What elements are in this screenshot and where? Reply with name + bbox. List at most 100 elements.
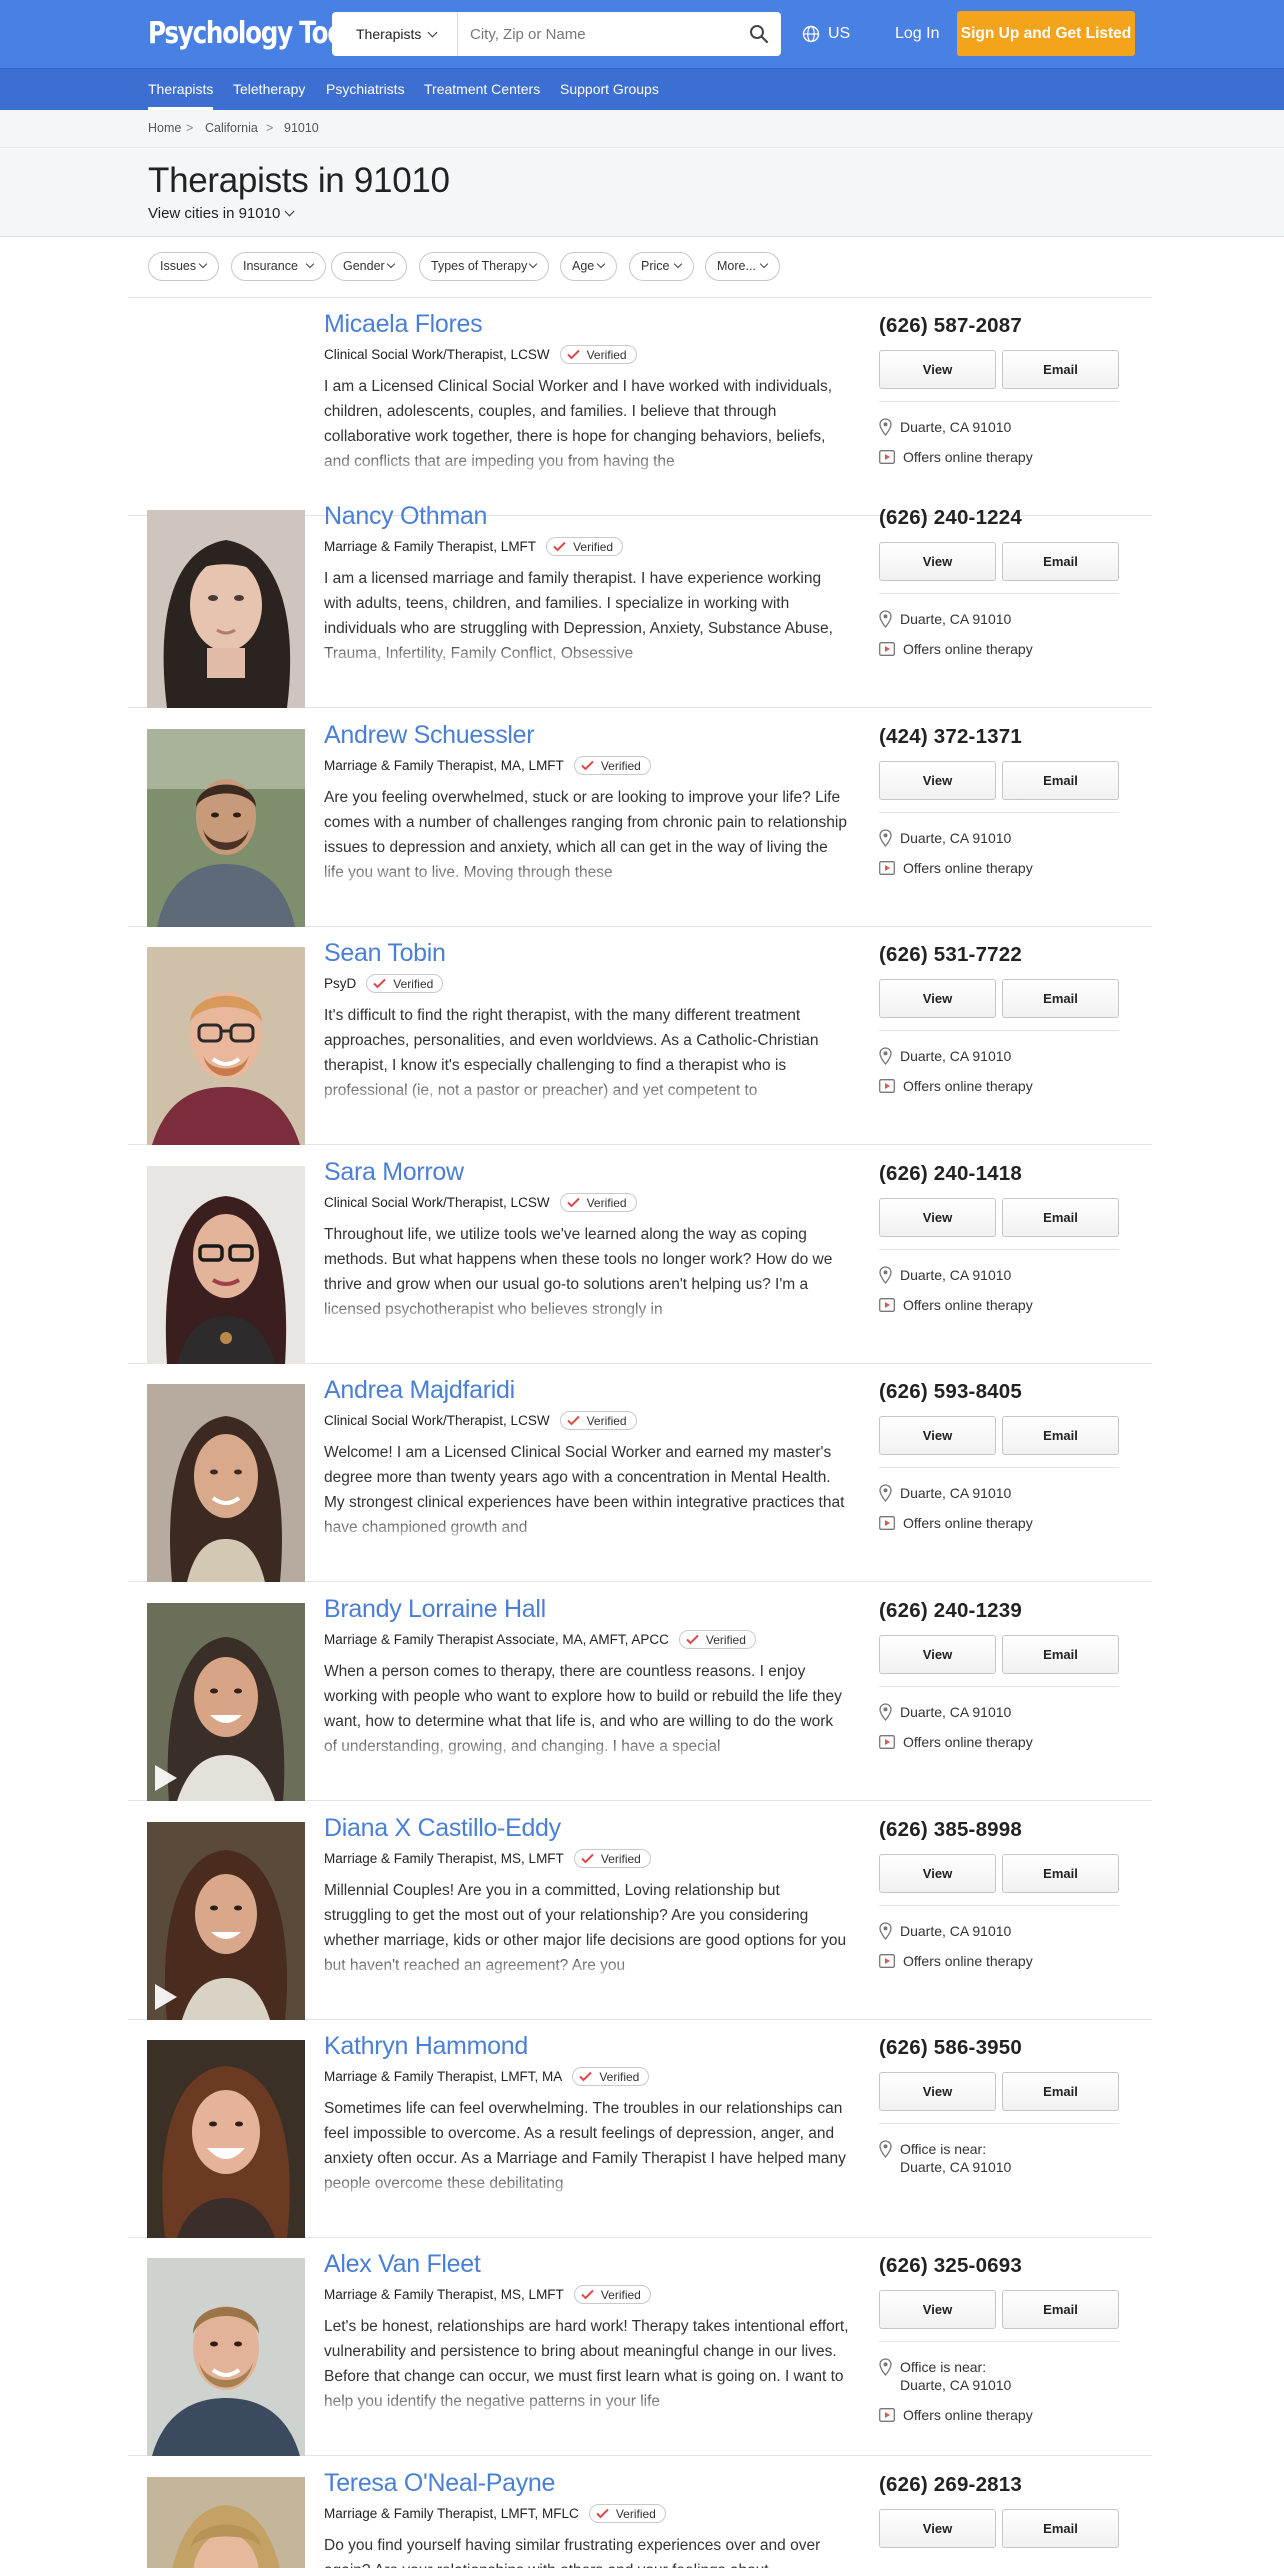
therapist-card[interactable]: Kathryn Hammond Marriage & Family Therapi… (128, 2020, 1152, 2238)
therapist-name[interactable]: Sara Morrow (324, 1158, 464, 1187)
view-button[interactable]: View (879, 542, 996, 581)
view-button[interactable]: View (879, 350, 996, 389)
therapist-card[interactable]: Diana X Castillo-Eddy Marriage & Family T… (128, 1802, 1152, 2020)
therapist-card[interactable]: Sara Morrow Clinical Social Work/Therapis… (128, 1146, 1152, 1364)
play-video-icon[interactable] (155, 1765, 177, 1791)
filter-insurance[interactable]: Insurance (231, 252, 326, 281)
play-video-icon[interactable] (155, 1984, 177, 2010)
therapist-card[interactable]: Teresa O'Neal-Payne Marriage & Family The… (128, 2457, 1152, 2568)
view-button[interactable]: View (879, 2290, 996, 2329)
filter-gender[interactable]: Gender (331, 252, 407, 281)
video-icon (879, 1079, 895, 1093)
email-button[interactable]: Email (1002, 2290, 1119, 2329)
bio-fade (324, 1079, 849, 1107)
email-button[interactable]: Email (1002, 1198, 1119, 1237)
verified-check-icon (581, 1853, 594, 1864)
therapist-photo[interactable] (147, 729, 305, 927)
location: Duarte, CA 91010 (879, 1703, 1011, 1721)
verified-badge: Verified (559, 1411, 637, 1430)
filter-issues[interactable]: Issues (148, 252, 219, 281)
phone-number[interactable]: (626) 587-2087 (879, 314, 1022, 338)
therapist-photo[interactable] (147, 2258, 305, 2456)
therapist-name[interactable]: Sean Tobin (324, 939, 446, 968)
phone-number[interactable]: (626) 593-8405 (879, 1380, 1022, 1404)
nav-therapists[interactable]: Therapists (148, 69, 214, 110)
therapist-name[interactable]: Andrea Majdfaridi (324, 1376, 515, 1405)
nav-teletherapy[interactable]: Teletherapy (233, 69, 305, 110)
therapist-credentials: Marriage & Family Therapist, MS, LMFT Ver… (324, 2285, 651, 2304)
filter-price[interactable]: Price (629, 252, 694, 281)
therapist-name[interactable]: Brandy Lorraine Hall (324, 1595, 546, 1624)
therapist-name[interactable]: Alex Van Fleet (324, 2250, 481, 2279)
therapist-name[interactable]: Micaela Flores (324, 310, 483, 339)
nav-psychiatrists[interactable]: Psychiatrists (326, 69, 405, 110)
verified-check-icon (686, 1634, 699, 1645)
email-button[interactable]: Email (1002, 542, 1119, 581)
breadcrumb-home[interactable]: Home (148, 121, 181, 135)
phone-number[interactable]: (626) 385-8998 (879, 1818, 1022, 1842)
therapist-photo[interactable] (147, 1384, 305, 1582)
therapist-photo[interactable] (147, 1603, 305, 1801)
filter-age[interactable]: Age (560, 252, 617, 281)
credentials-text: Marriage & Family Therapist, LMFT (324, 539, 537, 554)
nav-treatment-centers[interactable]: Treatment Centers (424, 69, 540, 110)
view-button[interactable]: View (879, 2509, 996, 2548)
therapist-card[interactable]: Nancy Othman Marriage & Family Therapist,… (128, 490, 1152, 708)
view-button[interactable]: View (879, 761, 996, 800)
divider (879, 812, 1119, 813)
phone-number[interactable]: (626) 586-3950 (879, 2036, 1022, 2060)
nav-support-groups[interactable]: Support Groups (560, 69, 659, 110)
view-button[interactable]: View (879, 1416, 996, 1455)
phone-number[interactable]: (626) 325-0693 (879, 2254, 1022, 2278)
verified-label: Verified (393, 976, 434, 991)
email-button[interactable]: Email (1002, 2509, 1119, 2548)
search-category-select[interactable]: Therapists (332, 12, 458, 56)
view-button[interactable]: View (879, 1854, 996, 1893)
location-pin-icon (879, 1703, 892, 1721)
therapist-photo[interactable] (147, 2040, 305, 2238)
signup-button[interactable]: Sign Up and Get Listed (957, 11, 1135, 56)
therapist-card[interactable]: Alex Van Fleet Marriage & Family Therapis… (128, 2238, 1152, 2456)
therapist-name[interactable]: Nancy Othman (324, 502, 487, 531)
email-button[interactable]: Email (1002, 761, 1119, 800)
therapist-card[interactable]: Micaela Flores Clinical Social Work/Thera… (128, 298, 1152, 516)
phone-number[interactable]: (626) 269-2813 (879, 2473, 1022, 2497)
search-input[interactable] (470, 20, 730, 48)
credentials-text: Marriage & Family Therapist, MS, LMFT (324, 2287, 564, 2302)
login-link[interactable]: Log In (895, 22, 939, 46)
phone-number[interactable]: (424) 372-1371 (879, 725, 1022, 749)
therapist-name[interactable]: Kathryn Hammond (324, 2032, 528, 2061)
therapist-card[interactable]: Sean Tobin PsyD Verified It's difficult to … (128, 927, 1152, 1145)
therapist-card[interactable]: Andrew Schuessler Marriage & Family Thera… (128, 709, 1152, 927)
phone-number[interactable]: (626) 531-7722 (879, 943, 1022, 967)
region-selector[interactable]: US (802, 22, 850, 46)
view-button[interactable]: View (879, 1635, 996, 1674)
therapist-photo[interactable] (147, 1822, 305, 2020)
view-button[interactable]: View (879, 2072, 996, 2111)
email-button[interactable]: Email (1002, 1854, 1119, 1893)
therapist-card[interactable]: Andrea Majdfaridi Clinical Social Work/Th… (128, 1364, 1152, 1582)
filter-types-of-therapy[interactable]: Types of Therapy (419, 252, 549, 281)
therapist-name[interactable]: Andrew Schuessler (324, 721, 535, 750)
view-button[interactable]: View (879, 1198, 996, 1237)
search-icon[interactable] (749, 24, 769, 44)
email-button[interactable]: Email (1002, 1416, 1119, 1455)
therapist-photo[interactable] (147, 510, 305, 708)
phone-number[interactable]: (626) 240-1239 (879, 1599, 1022, 1623)
phone-number[interactable]: (626) 240-1418 (879, 1162, 1022, 1186)
phone-number[interactable]: (626) 240-1224 (879, 506, 1022, 530)
therapist-photo[interactable] (147, 1166, 305, 1364)
therapist-name[interactable]: Teresa O'Neal-Payne (324, 2469, 555, 2498)
therapist-photo[interactable] (147, 2477, 305, 2568)
email-button[interactable]: Email (1002, 350, 1119, 389)
email-button[interactable]: Email (1002, 979, 1119, 1018)
therapist-name[interactable]: Diana X Castillo-Eddy (324, 1814, 561, 1843)
email-button[interactable]: Email (1002, 1635, 1119, 1674)
therapist-card[interactable]: Brandy Lorraine Hall Marriage & Family Th… (128, 1583, 1152, 1801)
filter-more[interactable]: More... (705, 252, 780, 281)
breadcrumb-california[interactable]: California (205, 121, 258, 135)
therapist-photo[interactable] (147, 947, 305, 1145)
view-cities-dropdown[interactable]: View cities in 91010 (148, 205, 295, 222)
email-button[interactable]: Email (1002, 2072, 1119, 2111)
view-button[interactable]: View (879, 979, 996, 1018)
